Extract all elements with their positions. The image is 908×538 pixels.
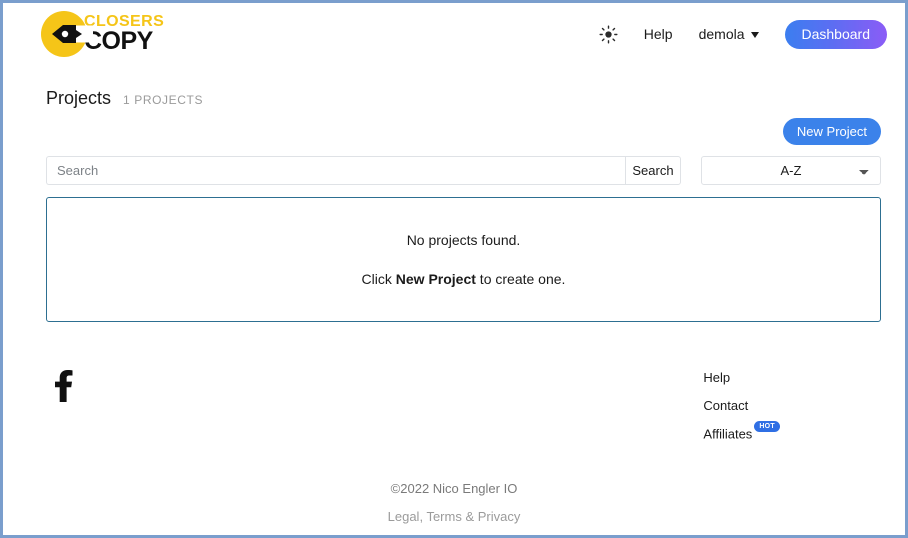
closerscopy-pen-logo-icon bbox=[41, 11, 87, 57]
user-account-menu[interactable]: demola bbox=[699, 26, 759, 42]
app-header: CLOSERS COPY Help demola Dashboard bbox=[3, 3, 905, 65]
project-count-label: 1 PROJECTS bbox=[123, 93, 204, 107]
footer-link-affiliates-label: Affiliates bbox=[703, 426, 753, 442]
search-toolbar: Search A-Z bbox=[46, 156, 881, 185]
empty-state-bold: New Project bbox=[395, 271, 476, 287]
empty-state-suffix: to create one. bbox=[475, 271, 566, 287]
hot-badge: HOT bbox=[754, 421, 780, 432]
header-help-link[interactable]: Help bbox=[644, 26, 673, 42]
projects-empty-state: No projects found. Click New Project to … bbox=[46, 197, 881, 322]
footer-links: Help Contact Affiliates HOT bbox=[703, 370, 780, 441]
new-project-button[interactable]: New Project bbox=[782, 118, 881, 145]
copyright-block: ©2022 Nico Engler IO Legal, Terms & Priv… bbox=[3, 481, 905, 524]
user-account-name: demola bbox=[698, 26, 745, 42]
sun-icon[interactable] bbox=[599, 24, 618, 44]
header-actions: Help demola Dashboard bbox=[599, 19, 887, 49]
copyright-text: ©2022 Nico Engler IO bbox=[390, 481, 518, 496]
app-window: CLOSERS COPY Help demola Dashboard Proje… bbox=[0, 0, 908, 538]
search-input[interactable] bbox=[46, 156, 625, 185]
footer-link-contact[interactable]: Contact bbox=[703, 398, 780, 413]
facebook-icon[interactable] bbox=[52, 368, 74, 402]
sort-order-select[interactable]: A-Z bbox=[701, 156, 881, 185]
closerscopy-logo[interactable]: CLOSERS COPY bbox=[41, 11, 164, 57]
dashboard-button[interactable]: Dashboard bbox=[784, 19, 887, 49]
empty-state-secondary-text: Click New Project to create one. bbox=[362, 271, 566, 287]
logo-text-copy: COPY bbox=[84, 27, 153, 55]
page-title: Projects bbox=[46, 88, 112, 108]
footer-link-help[interactable]: Help bbox=[703, 370, 780, 385]
footer-link-affiliates[interactable]: Affiliates HOT bbox=[703, 421, 780, 442]
page-heading-row: Projects 1 PROJECTS bbox=[46, 88, 203, 109]
empty-state-prefix: Click bbox=[361, 271, 396, 287]
legal-terms-privacy-link[interactable]: Legal, Terms & Privacy bbox=[3, 509, 905, 524]
chevron-down-icon bbox=[750, 31, 759, 38]
search-button[interactable]: Search bbox=[625, 156, 681, 185]
empty-state-primary-text: No projects found. bbox=[406, 232, 521, 248]
page-footer: Help Contact Affiliates HOT bbox=[46, 358, 881, 448]
